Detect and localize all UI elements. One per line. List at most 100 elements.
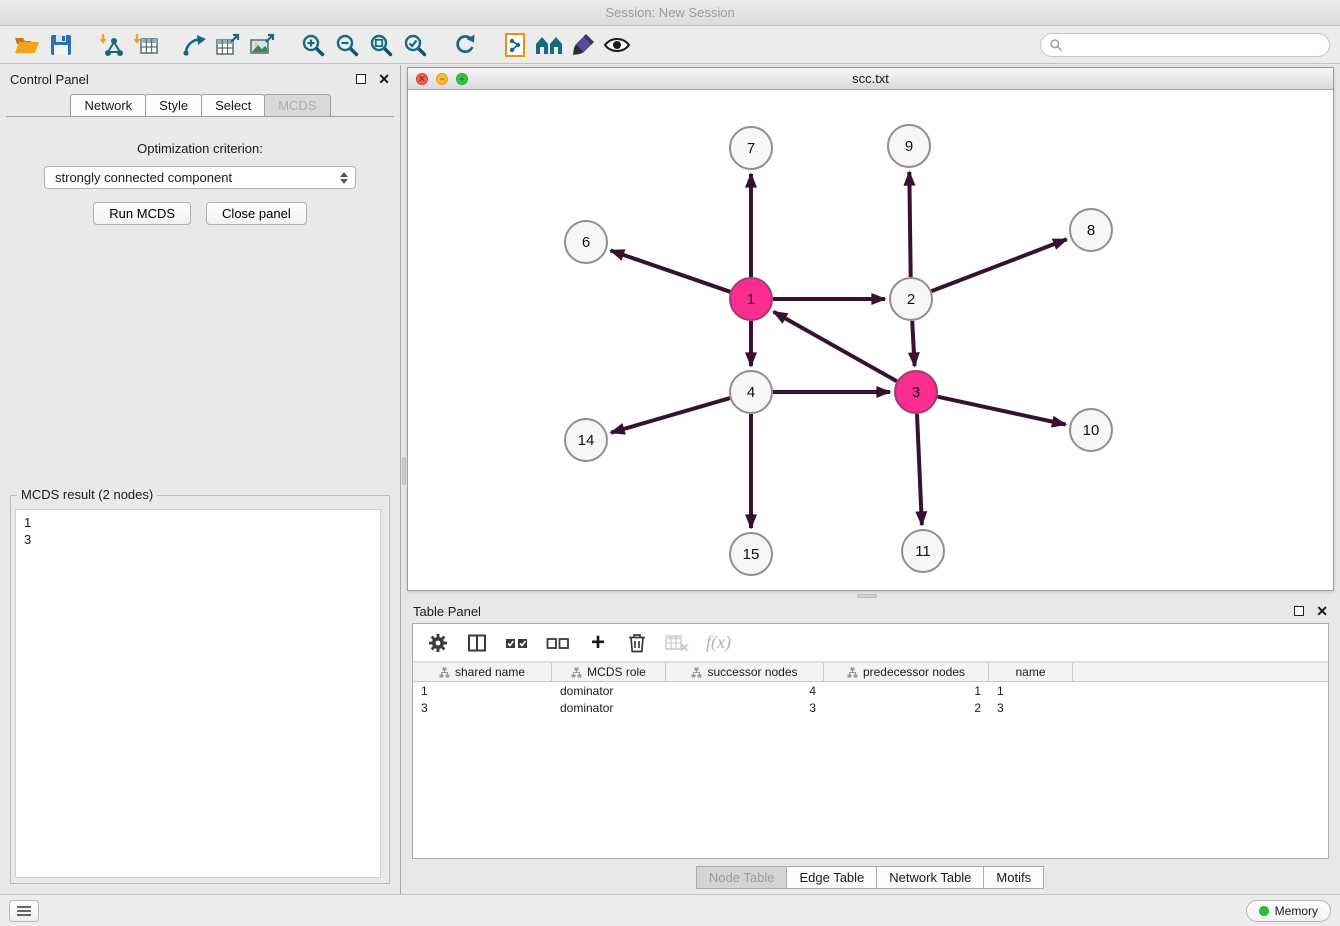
cell-successor-nodes[interactable]: 4 [666,684,824,698]
delete-column-icon[interactable] [626,633,648,653]
close-panel-icon[interactable]: ✕ [378,72,390,86]
column-header-mcds-role[interactable]: MCDS role [552,663,666,681]
tab-edge-table[interactable]: Edge Table [786,866,877,889]
export-table-icon[interactable] [212,30,246,60]
window-close-icon[interactable]: ✕ [416,73,428,85]
zoom-in-icon[interactable] [296,30,330,60]
home-icon[interactable] [532,30,566,60]
graph-edge-3-10[interactable] [938,397,1066,425]
cell-shared-name[interactable]: 1 [413,684,552,698]
graph-node-10[interactable]: 10 [1070,409,1112,451]
task-history-button[interactable] [9,900,39,922]
network-graph[interactable]: 7 9 6 8 1 2 4 3 14 10 15 11 [408,90,1333,590]
graph-edge-3-11[interactable] [917,414,922,525]
memory-button[interactable]: Memory [1246,900,1331,922]
table-row[interactable]: 1 dominator 4 1 1 [413,682,1328,699]
mcds-result-list[interactable]: 1 3 [15,509,381,878]
select-all-icon[interactable] [505,634,529,652]
import-network-icon[interactable] [94,30,128,60]
run-mcds-button[interactable]: Run MCDS [93,202,191,225]
graph-node-6[interactable]: 6 [565,221,607,263]
graph-node-7[interactable]: 7 [730,127,772,169]
graph-edge-2-3[interactable] [912,321,914,366]
column-header-predecessor-nodes[interactable]: predecessor nodes [824,663,989,681]
show-columns-icon[interactable] [466,633,488,653]
tab-motifs[interactable]: Motifs [983,866,1044,889]
graph-node-label: 1 [747,291,755,308]
graph-node-9[interactable]: 9 [888,125,930,167]
function-builder-icon[interactable]: f(x) [706,632,731,653]
network-canvas[interactable]: 7 9 6 8 1 2 4 3 14 10 15 11 [408,90,1333,590]
cell-shared-name[interactable]: 3 [413,701,552,715]
eye-icon[interactable] [600,30,634,60]
float-panel-icon[interactable] [356,74,366,84]
float-panel-icon[interactable] [1294,606,1304,616]
cell-successor-nodes[interactable]: 3 [666,701,824,715]
close-panel-icon[interactable]: ✕ [1316,604,1328,618]
graph-node-8[interactable]: 8 [1070,209,1112,251]
graph-node-3[interactable]: 3 [895,371,937,413]
export-image-icon [250,33,276,57]
network-window-titlebar[interactable]: ✕ − + scc.txt [408,68,1333,90]
graph-edge-3-1[interactable] [774,312,897,381]
table-settings-gear-icon[interactable] [427,633,449,653]
graph-node-2[interactable]: 2 [890,278,932,320]
export-image-icon[interactable] [246,30,280,60]
cell-mcds-role[interactable]: dominator [552,701,666,715]
table-row[interactable]: 3 dominator 3 2 3 [413,699,1328,716]
graph-node-15[interactable]: 15 [730,533,772,575]
delete-table-icon[interactable] [665,634,689,652]
open-session-icon[interactable] [10,30,44,60]
add-column-icon[interactable]: + [587,633,609,653]
cell-predecessor-nodes[interactable]: 2 [824,701,989,715]
search-field[interactable] [1040,33,1330,57]
cell-name[interactable]: 1 [989,684,1073,698]
network-document-icon[interactable] [498,30,532,60]
graph-edge-2-8[interactable] [932,239,1067,291]
table-toolbar: + f(x) [413,624,1328,662]
zoom-selected-icon[interactable] [398,30,432,60]
tab-style[interactable]: Style [145,94,202,116]
window-zoom-icon[interactable]: + [456,73,468,85]
graph-node-1[interactable]: 1 [730,278,772,320]
tab-select[interactable]: Select [201,94,265,116]
zoom-fit-icon[interactable] [364,30,398,60]
graph-node-14[interactable]: 14 [565,419,607,461]
column-header-name[interactable]: name [989,663,1073,681]
cell-mcds-role[interactable]: dominator [552,684,666,698]
graph-edge-1-6[interactable] [611,251,731,292]
table-header-row: shared name MCDS role successor nodes pr… [413,662,1328,682]
graph-node-label: 14 [578,432,595,449]
column-header-successor-nodes[interactable]: successor nodes [666,663,824,681]
graph-edge-2-9[interactable] [909,172,910,277]
save-session-icon[interactable] [44,30,78,60]
list-icon [16,905,32,917]
tab-network-table[interactable]: Network Table [876,866,984,889]
search-input[interactable] [1067,38,1321,52]
refresh-icon[interactable] [448,30,482,60]
graph-node-4[interactable]: 4 [730,371,772,413]
cell-name[interactable]: 3 [989,701,1073,715]
column-label: successor nodes [707,665,797,679]
zoom-out-icon[interactable] [330,30,364,60]
tab-mcds[interactable]: MCDS [264,94,330,116]
window-minimize-icon[interactable]: − [436,73,448,85]
app-titlebar[interactable]: Session: New Session [0,0,1340,26]
export-network-icon[interactable] [178,30,212,60]
tab-network[interactable]: Network [70,94,146,116]
splitter-handle[interactable] [857,594,877,598]
cell-predecessor-nodes[interactable]: 1 [824,684,989,698]
search-icon [1049,38,1063,52]
tab-node-table[interactable]: Node Table [696,866,788,889]
close-panel-button[interactable]: Close panel [206,202,307,225]
graph-edge-4-14[interactable] [611,398,730,433]
style-brush-icon[interactable] [566,30,600,60]
main-toolbar [0,26,1340,64]
column-header-shared-name[interactable]: shared name [413,663,552,681]
graph-node-11[interactable]: 11 [902,530,944,572]
import-table-icon[interactable] [128,30,162,60]
deselect-all-icon[interactable] [546,634,570,652]
criterion-dropdown[interactable]: strongly connected component [44,166,356,189]
import-network-icon [98,33,124,57]
splitter-handle[interactable] [402,457,406,485]
